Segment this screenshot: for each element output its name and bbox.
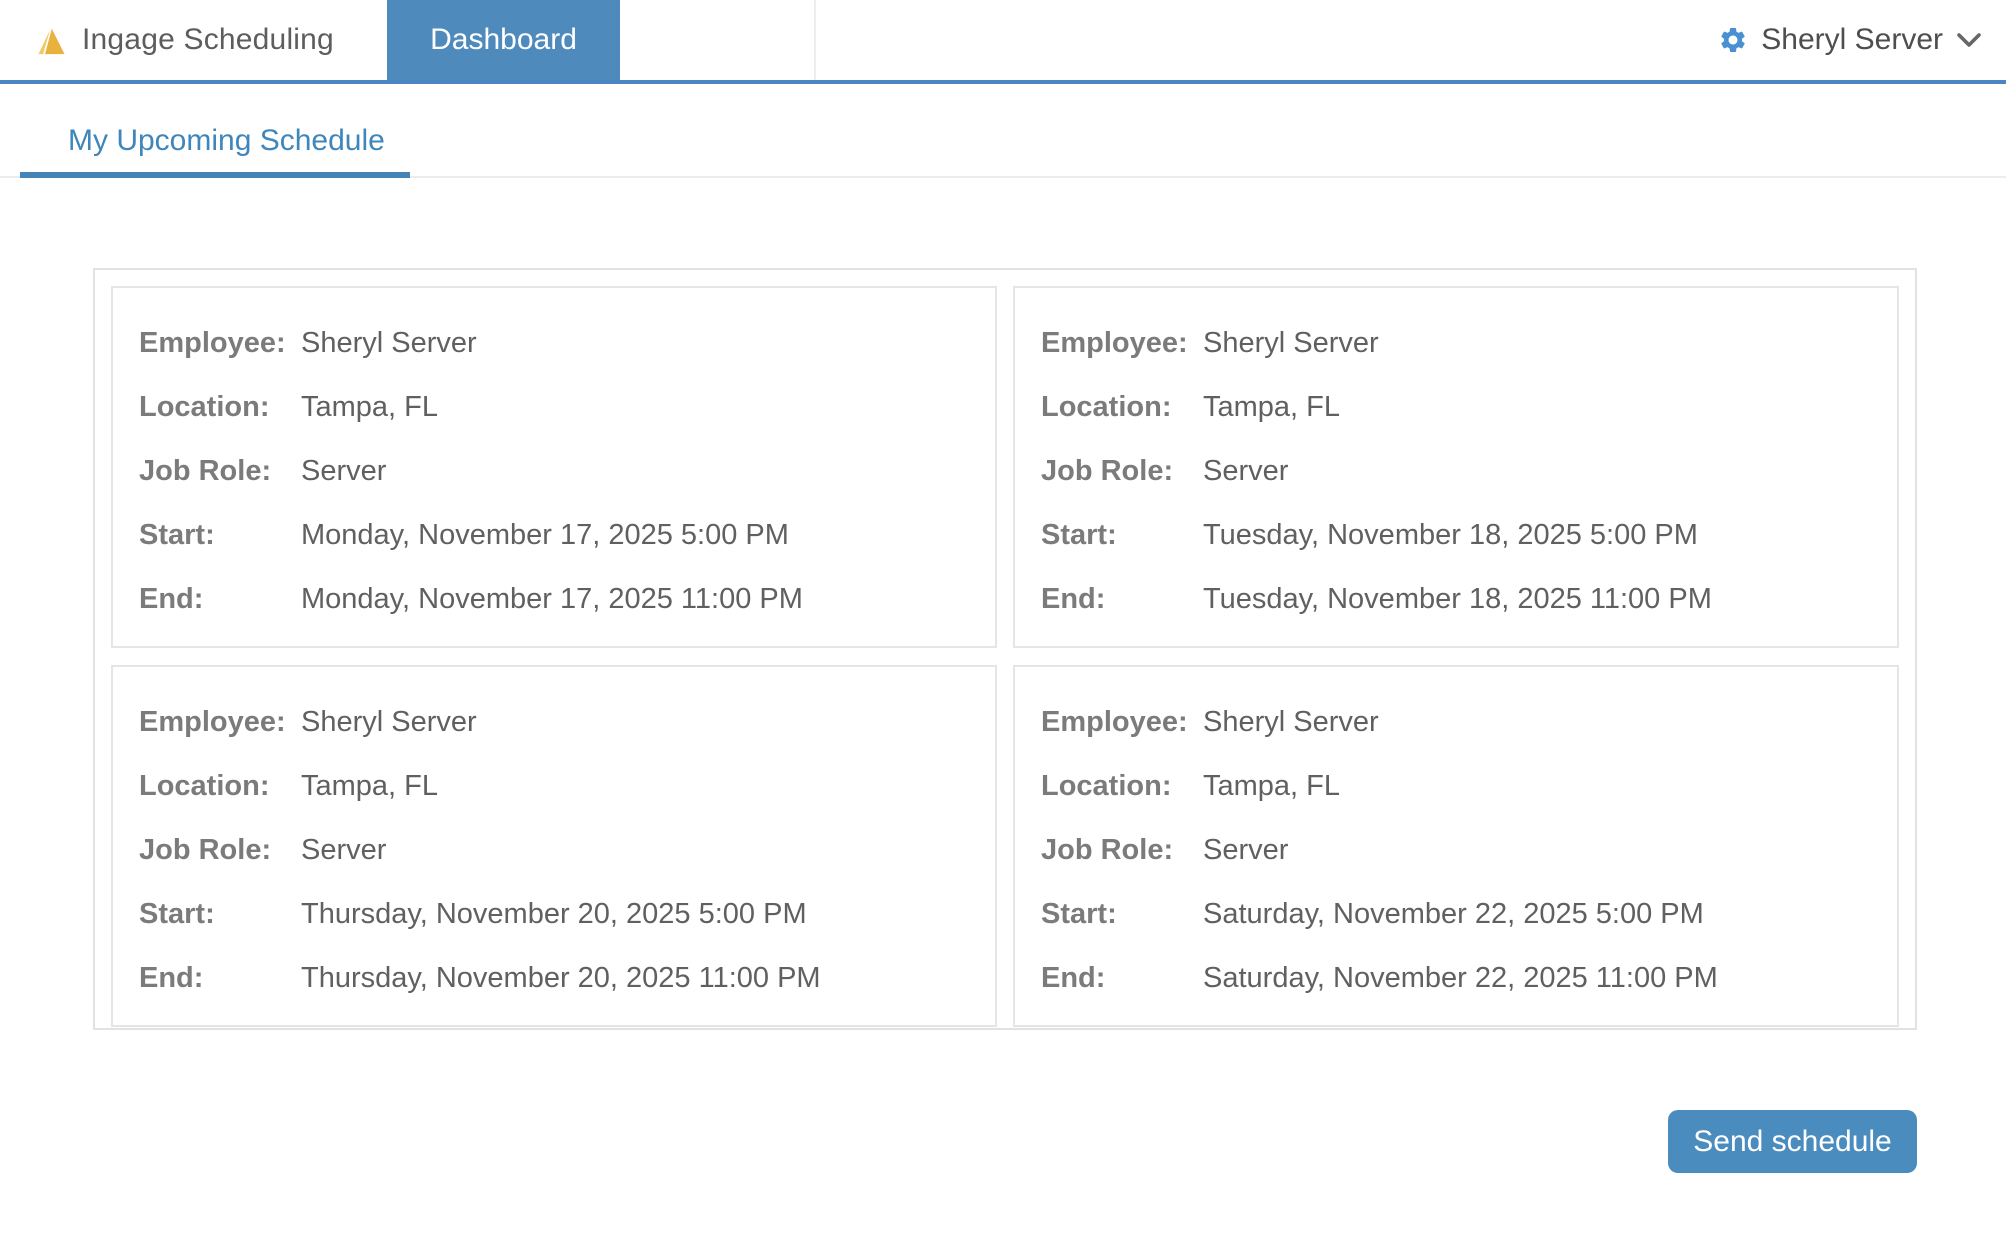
- schedule-card: Employee: Sheryl Server Location: Tampa,…: [111, 665, 997, 1027]
- job-role-label: Job Role:: [1041, 834, 1203, 867]
- chevron-down-icon: [1956, 32, 1982, 48]
- job-role-label: Job Role:: [139, 455, 301, 488]
- employee-value: Sheryl Server: [301, 327, 477, 360]
- location-row: Location: Tampa, FL: [1041, 770, 1871, 803]
- end-label: End:: [1041, 962, 1203, 995]
- location-row: Location: Tampa, FL: [139, 391, 969, 424]
- employee-value: Sheryl Server: [1203, 327, 1379, 360]
- dashboard-page: Ingage Scheduling Dashboard Sheryl Serve…: [0, 0, 2006, 1246]
- location-value: Tampa, FL: [301, 770, 438, 803]
- end-value: Saturday, November 22, 2025 11:00 PM: [1203, 962, 1718, 995]
- start-row: Start: Tuesday, November 18, 2025 5:00 P…: [1041, 519, 1871, 552]
- employee-row: Employee: Sheryl Server: [139, 706, 969, 739]
- location-label: Location:: [139, 770, 301, 803]
- tab-dashboard[interactable]: Dashboard: [387, 0, 620, 80]
- location-label: Location:: [1041, 391, 1203, 424]
- employee-row: Employee: Sheryl Server: [139, 327, 969, 360]
- employee-label: Employee:: [1041, 706, 1203, 739]
- job-role-label: Job Role:: [1041, 455, 1203, 488]
- start-label: Start:: [1041, 898, 1203, 931]
- job-role-value: Server: [301, 834, 386, 867]
- end-label: End:: [1041, 583, 1203, 616]
- start-label: Start:: [139, 519, 301, 552]
- end-row: End: Tuesday, November 18, 2025 11:00 PM: [1041, 583, 1871, 616]
- job-role-row: Job Role: Server: [139, 834, 969, 867]
- location-value: Tampa, FL: [1203, 770, 1340, 803]
- gear-icon: [1718, 25, 1748, 55]
- end-value: Monday, November 17, 2025 11:00 PM: [301, 583, 803, 616]
- start-value: Monday, November 17, 2025 5:00 PM: [301, 519, 789, 552]
- location-value: Tampa, FL: [1203, 391, 1340, 424]
- start-row: Start: Saturday, November 22, 2025 5:00 …: [1041, 898, 1871, 931]
- employee-label: Employee:: [139, 327, 301, 360]
- active-tab-underline: [20, 172, 410, 178]
- location-row: Location: Tampa, FL: [1041, 391, 1871, 424]
- schedule-card: Employee: Sheryl Server Location: Tampa,…: [111, 286, 997, 648]
- tab-dashboard-label: Dashboard: [430, 23, 577, 57]
- job-role-label: Job Role:: [139, 834, 301, 867]
- user-menu-trigger[interactable]: Sheryl Server: [1718, 0, 1982, 80]
- end-label: End:: [139, 583, 301, 616]
- start-value: Tuesday, November 18, 2025 5:00 PM: [1203, 519, 1698, 552]
- start-value: Thursday, November 20, 2025 5:00 PM: [301, 898, 807, 931]
- header-tab-divider: [814, 0, 816, 80]
- schedule-panel: Employee: Sheryl Server Location: Tampa,…: [93, 268, 1917, 1030]
- location-value: Tampa, FL: [301, 391, 438, 424]
- end-label: End:: [139, 962, 301, 995]
- top-bar: Ingage Scheduling Dashboard Sheryl Serve…: [0, 0, 2006, 84]
- send-schedule-button[interactable]: Send schedule: [1668, 1110, 1917, 1173]
- job-role-row: Job Role: Server: [1041, 455, 1871, 488]
- job-role-value: Server: [1203, 455, 1288, 488]
- location-label: Location:: [139, 391, 301, 424]
- job-role-value: Server: [301, 455, 386, 488]
- brand-title: Ingage Scheduling: [82, 23, 334, 57]
- schedule-card: Employee: Sheryl Server Location: Tampa,…: [1013, 286, 1899, 648]
- user-name: Sheryl Server: [1761, 23, 1943, 57]
- employee-row: Employee: Sheryl Server: [1041, 706, 1871, 739]
- employee-label: Employee:: [139, 706, 301, 739]
- brand-link[interactable]: Ingage Scheduling: [36, 0, 334, 80]
- start-value: Saturday, November 22, 2025 5:00 PM: [1203, 898, 1704, 931]
- job-role-row: Job Role: Server: [139, 455, 969, 488]
- start-row: Start: Thursday, November 20, 2025 5:00 …: [139, 898, 969, 931]
- end-value: Tuesday, November 18, 2025 11:00 PM: [1203, 583, 1712, 616]
- job-role-value: Server: [1203, 834, 1288, 867]
- employee-label: Employee:: [1041, 327, 1203, 360]
- employee-value: Sheryl Server: [301, 706, 477, 739]
- end-row: End: Saturday, November 22, 2025 11:00 P…: [1041, 962, 1871, 995]
- end-row: End: Monday, November 17, 2025 11:00 PM: [139, 583, 969, 616]
- sub-tab-bar: My Upcoming Schedule: [0, 84, 2006, 178]
- start-label: Start:: [1041, 519, 1203, 552]
- end-value: Thursday, November 20, 2025 11:00 PM: [301, 962, 821, 995]
- employee-row: Employee: Sheryl Server: [1041, 327, 1871, 360]
- start-label: Start:: [139, 898, 301, 931]
- employee-value: Sheryl Server: [1203, 706, 1379, 739]
- schedule-card: Employee: Sheryl Server Location: Tampa,…: [1013, 665, 1899, 1027]
- ingage-logo-icon: [36, 26, 67, 55]
- job-role-row: Job Role: Server: [1041, 834, 1871, 867]
- end-row: End: Thursday, November 20, 2025 11:00 P…: [139, 962, 969, 995]
- start-row: Start: Monday, November 17, 2025 5:00 PM: [139, 519, 969, 552]
- location-row: Location: Tampa, FL: [139, 770, 969, 803]
- tab-my-upcoming-schedule[interactable]: My Upcoming Schedule: [68, 124, 385, 158]
- location-label: Location:: [1041, 770, 1203, 803]
